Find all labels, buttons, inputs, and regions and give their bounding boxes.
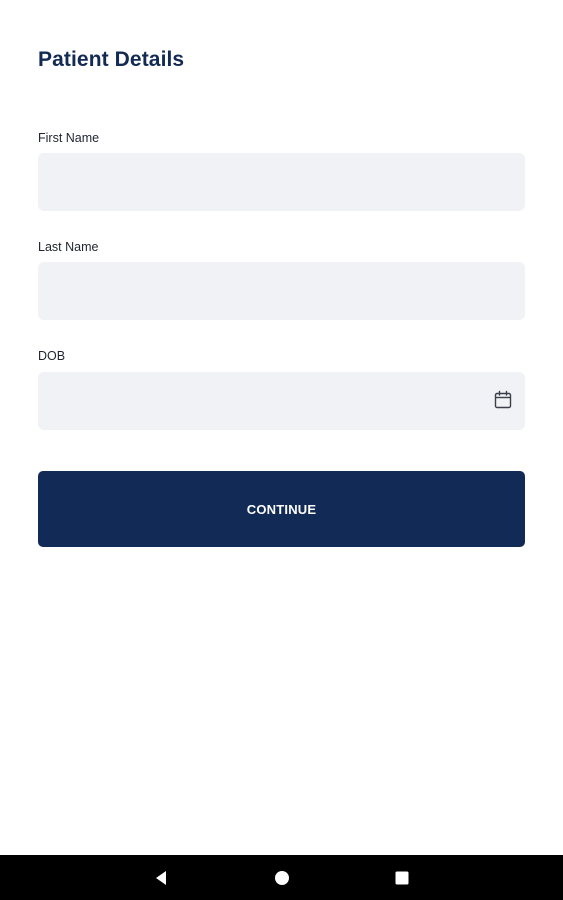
system-navigation-bar — [0, 855, 563, 900]
calendar-icon-glyph — [494, 390, 512, 409]
last-name-input[interactable] — [38, 262, 525, 320]
continue-button[interactable]: CONTINUE — [38, 471, 525, 547]
dob-label: DOB — [38, 349, 66, 363]
patient-details-screen: Patient Details First Name Last Name DOB… — [0, 0, 563, 900]
recents-square-icon[interactable] — [390, 866, 414, 890]
calendar-icon[interactable] — [493, 390, 513, 410]
home-circle-icon[interactable] — [270, 866, 294, 890]
back-triangle-icon[interactable] — [149, 866, 173, 890]
first-name-label: First Name — [38, 131, 100, 145]
last-name-label: Last Name — [38, 240, 99, 254]
page-title: Patient Details — [38, 48, 185, 71]
first-name-input[interactable] — [38, 153, 525, 211]
dob-input[interactable] — [38, 372, 525, 430]
